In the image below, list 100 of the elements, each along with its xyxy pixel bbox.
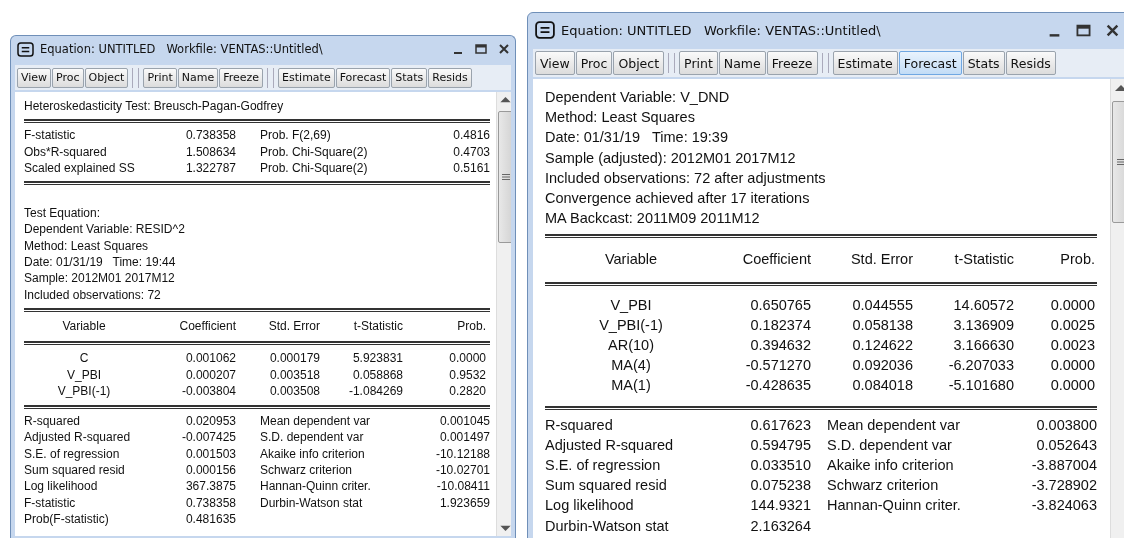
stat-value: 0.594795 — [749, 435, 811, 455]
output-line: MA Backcast: 2011M09 2011M12 — [545, 209, 761, 229]
table-cell-text: C — [78, 350, 90, 367]
table-cell-text: 0.0000 — [1049, 356, 1095, 376]
toolbar-button[interactable]: Print — [679, 51, 718, 75]
toolbar-button[interactable]: Freeze — [219, 67, 264, 88]
output-line: Method: Least Squares — [545, 108, 696, 128]
column-header: Coefficient — [741, 250, 811, 270]
output-line: Dependent Variable: RESID^2 — [24, 221, 186, 238]
output-line: Heteroskedasticity Test: Breusch-Pagan-Godfrey — [24, 98, 285, 115]
table-cell-text: V_PBI(-1) — [56, 382, 112, 400]
stat-value: 0.000156 — [184, 462, 236, 479]
stat-label: Hannan-Quinn criter. — [259, 478, 372, 495]
stat-value: 0.001045 — [438, 413, 490, 430]
stat-label: S.D. dependent var — [259, 429, 365, 446]
toolbar-button[interactable]: Freeze — [766, 51, 818, 75]
stat-value: 0.052643 — [1035, 435, 1097, 455]
stat-label: Prob. Chi-Square(2) — [259, 159, 369, 177]
stat-label: Schwarz criterion — [826, 476, 940, 496]
output-line: Method: Least Squares — [24, 237, 150, 255]
toolbar-button[interactable]: Resids — [1005, 51, 1056, 75]
table-cell-text: 0.092036 — [851, 356, 913, 376]
stat-label: R-squared — [545, 415, 614, 435]
table-cell-text: -6.207033 — [947, 356, 1014, 376]
toolbar-button[interactable]: Forecast — [335, 67, 391, 88]
window-title: Equation: UNTITLED Workfile: VENTAS::Untitled\ — [40, 42, 323, 56]
output-line: Included observations: 72 — [24, 286, 162, 303]
stat-label: Scaled explained SS — [24, 159, 136, 177]
stat-label: Akaike info criterion — [826, 456, 955, 476]
toolbar-button[interactable]: Object — [613, 51, 665, 75]
column-header: Prob. — [456, 317, 486, 335]
toolbar-button[interactable]: Name — [718, 51, 766, 75]
stat-label: Log likelihood — [24, 478, 99, 495]
table-cell-text: -0.003804 — [180, 382, 236, 400]
output-line: Sample (adjusted): 2012M01 2017M12 — [545, 148, 797, 168]
toolbar-button[interactable]: Proc — [52, 67, 84, 88]
stat-label: Prob(F-statistic) — [24, 510, 110, 528]
stat-value: 0.075238 — [749, 476, 811, 496]
table-cell-text: 0.0000 — [448, 350, 486, 367]
toolbar-button[interactable]: Estimate — [278, 67, 335, 88]
column-header: t-Statistic — [352, 317, 403, 335]
toolbar-button[interactable]: Proc — [575, 51, 613, 75]
stat-value: -10.02701 — [434, 462, 490, 479]
table-cell-text: MA(1) — [610, 376, 652, 396]
stat-value: 0.033510 — [749, 456, 811, 476]
table-cell-text: 0.9532 — [448, 366, 486, 383]
table-cell-text: 0.0025 — [1049, 315, 1095, 335]
toolbar-button[interactable]: Stats — [962, 51, 1005, 75]
stat-label: Adjusted R-squared — [24, 429, 132, 446]
column-header: Variable — [603, 250, 659, 270]
stat-value: 1.923659 — [438, 494, 490, 511]
stat-label: Prob. Chi-Square(2) — [259, 143, 369, 160]
table-cell-text: 0.058868 — [351, 366, 403, 383]
output-line: Included observations: 72 after adjustments — [545, 168, 827, 188]
stat-label: F-statistic — [24, 494, 77, 511]
toolbar-button[interactable]: Forecast — [898, 51, 962, 75]
stat-label: Durbin-Watson stat — [545, 516, 670, 536]
stat-value: 0.001503 — [184, 445, 236, 463]
table-cell-text: 5.923831 — [351, 350, 403, 367]
table-cell-text: V_PBI — [609, 295, 653, 315]
table-cell-text: 0.2820 — [448, 382, 486, 400]
table-cell-text: 0.003518 — [268, 366, 320, 383]
stat-label: Sum squared resid — [24, 462, 126, 479]
column-header: Variable — [61, 317, 107, 335]
table-cell-text: 0.000179 — [268, 350, 320, 367]
stat-label: Mean dependent var — [826, 415, 961, 435]
toolbar-button[interactable]: View — [17, 67, 52, 88]
output-line: Test Equation: — [24, 205, 102, 222]
toolbar-button[interactable]: Stats — [391, 67, 428, 88]
stat-label: S.D. dependent var — [826, 435, 953, 455]
table-cell-text: 0.0000 — [1049, 376, 1095, 396]
stat-value: 0.003800 — [1035, 415, 1097, 435]
table-cell-text: -1.084269 — [347, 382, 403, 400]
stat-value: 0.738358 — [184, 127, 236, 144]
table-cell-text: MA(4) — [610, 356, 652, 376]
toolbar-button[interactable]: View — [535, 51, 575, 75]
table-cell-text: 0.394632 — [749, 336, 811, 356]
stat-value: -0.007425 — [180, 429, 236, 446]
stat-label: R-squared — [24, 413, 82, 430]
toolbar-button[interactable]: Print — [143, 67, 177, 88]
table-cell-text: 0.000207 — [184, 366, 236, 383]
column-header: Coefficient — [178, 317, 236, 335]
toolbar-button[interactable]: Estimate — [832, 51, 898, 75]
table-cell-text: AR(10) — [607, 336, 655, 356]
toolbar-button[interactable]: Object — [84, 67, 129, 88]
table-cell-text: 0.182374 — [749, 315, 811, 335]
table-cell-text: 0.650765 — [749, 295, 811, 315]
table-cell-text: 0.003508 — [268, 382, 320, 400]
table-cell-text: 0.0023 — [1049, 336, 1095, 356]
toolbar-button[interactable]: Name — [177, 67, 219, 88]
stat-label: Adjusted R-squared — [545, 435, 675, 455]
stat-value: 0.5161 — [452, 159, 490, 177]
stat-value: 0.020953 — [184, 413, 236, 430]
output-line: Sample: 2012M01 2017M12 — [24, 270, 176, 287]
toolbar-button[interactable]: Resids — [428, 67, 472, 88]
stat-value: 0.4816 — [452, 127, 490, 144]
stat-label: Sum squared resid — [545, 476, 668, 496]
stat-label: Prob. F(2,69) — [259, 127, 332, 144]
stat-label: Hannan-Quinn criter. — [826, 496, 962, 516]
window-title: Equation: UNTITLED Workfile: VENTAS::Untitled\ — [561, 22, 881, 38]
